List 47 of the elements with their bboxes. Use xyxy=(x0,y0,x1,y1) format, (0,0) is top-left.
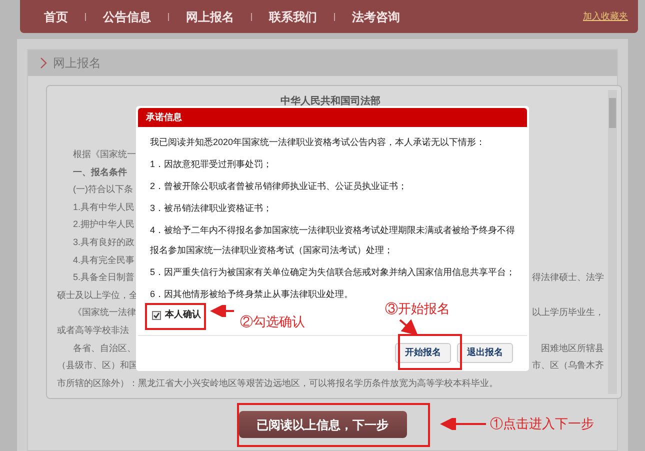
commitment-item: 4．被给予二年内不得报名参加国家统一法律职业资格考试处理期限未满或者被给予终身不得报名参加国家统一法律职业资格考试（国家司法考试）处理； xyxy=(150,224,515,257)
confirm-checkbox[interactable] xyxy=(152,310,161,320)
confirm-label: 本人确认 xyxy=(165,308,201,322)
commitment-item: 1．因故意犯罪受过刑事处罚； xyxy=(150,158,274,171)
checkmark-icon xyxy=(153,312,160,318)
document-text: 困难地区所辖县 xyxy=(541,342,604,355)
commitment-item: 5．因严重失信行为被国家有关单位确定为失信联合惩戒对象并纳入国家信用信息共享平台； xyxy=(150,266,515,279)
document-text: 根据《国家统一 xyxy=(72,148,136,162)
arrow xyxy=(440,418,488,430)
highlight-frame xyxy=(398,334,462,370)
nav-link[interactable]: 首页 xyxy=(44,8,68,26)
document-text: 市、区（乌鲁木齐 xyxy=(532,359,604,372)
nav-link[interactable]: 网上报名 xyxy=(186,8,234,26)
panel-title: 网上报名 xyxy=(53,55,101,72)
commitment-item: 3．被吊销法律职业资格证书； xyxy=(150,202,274,215)
bookmark-link[interactable]: 加入收藏夹 xyxy=(583,10,628,24)
dialog-button[interactable]: 开始报名 xyxy=(395,342,451,362)
highlight-frame xyxy=(145,303,206,330)
commitment-text: 我已阅读并知悉2020年国家统一法律职业资格考试公告内容，本人承诺无以下情形： xyxy=(150,136,486,149)
document-text: 5.具备全日制普 xyxy=(72,271,135,284)
annotation-text: ②勾选确认 xyxy=(240,313,305,331)
document-text: 《国家统一法律 xyxy=(72,306,136,320)
nav-link[interactable]: 法考咨询 xyxy=(352,8,400,26)
document-text: 4.具有完全民事 xyxy=(72,254,135,267)
document-text: 或者高等学校非法 xyxy=(57,324,129,337)
document-text: 一、报名条件 xyxy=(72,166,127,179)
document-text: 3.具有良好的政 xyxy=(72,236,135,250)
commitment-item: 6．因其他情形被给予终身禁止从事法律职业处理。 xyxy=(150,288,354,301)
arrow xyxy=(210,305,236,317)
scrollbar-thumb[interactable] xyxy=(609,98,616,128)
chevron-icon xyxy=(40,57,47,69)
dialog-title: 承诺信息 xyxy=(146,110,182,124)
document-text: 得法律硕士、法学 xyxy=(532,271,604,284)
annotation-text: ③开始报名 xyxy=(385,300,450,318)
document-text: 1.具有中华人民 xyxy=(72,200,135,214)
annotation-text: ①点击进入下一步 xyxy=(490,415,594,433)
dialog-button[interactable]: 退出报名 xyxy=(457,342,513,362)
document-text: 市所辖的区除外）：黑龙江省大小兴安岭地区等艰苦边远地区，可以将报名学历条件放宽为高等学校本科毕业。 xyxy=(57,376,498,390)
document-text: 以上学历毕业生， xyxy=(532,306,604,320)
next-step-button[interactable]: 已阅读以上信息，下一步 xyxy=(238,411,406,438)
document-text: (一)符合以下条 xyxy=(72,183,133,196)
document-text: 2.拥护中华人民 xyxy=(72,218,135,232)
commitment-item: 2．曾被开除公职或者曾被吊销律师执业证书、公证员执业证书； xyxy=(150,180,408,193)
document-title: 中华人民共和国司法部 xyxy=(280,94,382,109)
nav-link[interactable]: 联系我们 xyxy=(269,8,317,26)
nav-link[interactable]: 公告信息 xyxy=(103,8,151,26)
document-text: 各省、自治区、 xyxy=(72,342,136,355)
